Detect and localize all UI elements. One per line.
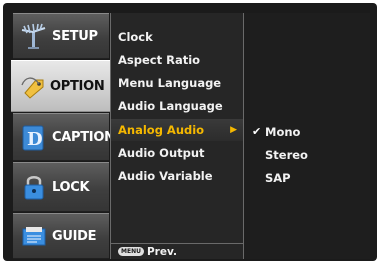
menu-item-analog-audio[interactable]: Analog Audio ▶ [111,119,243,141]
analog-audio-options-panel: ✔ Mono Stereo SAP [244,13,370,259]
checkmark-icon: ✔ [252,125,262,138]
guide-document-icon [22,227,46,246]
caption-icon: D [22,125,44,151]
sidebar-item-caption[interactable]: D CAPTION [13,113,115,161]
sidebar-item-label: GUIDE [52,228,97,244]
menu-item-audio-output[interactable]: Audio Output [111,142,243,164]
sidebar-item-guide[interactable]: GUIDE [13,213,109,259]
sidebar-item-setup[interactable]: SETUP [13,13,109,59]
sidebar-item-lock[interactable]: LOCK [13,162,109,212]
menu-button-icon: MENU [118,247,144,256]
option-sap[interactable]: SAP [244,167,370,189]
svg-text:D: D [27,129,43,150]
menu-item-audio-language[interactable]: Audio Language [111,95,243,117]
category-sidebar: SETUP OPTION D CAPTION LOCK GUIDE [11,13,115,259]
menu-item-label: Analog Audio [118,123,205,137]
option-menu-panel: Clock Aspect Ratio Menu Language Audio L… [110,13,244,259]
arrow-right-icon: ▶ [230,125,237,135]
sidebar-item-label: OPTION [50,78,105,94]
option-label: Mono [265,125,301,139]
padlock-icon [24,176,44,200]
sidebar-item-label: SETUP [52,28,98,44]
menu-footer: MENU Prev. [111,243,243,259]
tag-icon [21,77,44,99]
sidebar-item-option[interactable]: OPTION [11,60,111,112]
menu-item-menu-language[interactable]: Menu Language [111,72,243,94]
menu-item-clock[interactable]: Clock [111,26,243,48]
sidebar-item-label: LOCK [52,179,90,195]
option-label: SAP [265,171,291,185]
option-label: Stereo [265,148,308,162]
menu-item-aspect-ratio[interactable]: Aspect Ratio [111,49,243,71]
option-mono[interactable]: ✔ Mono [244,121,370,143]
tv-menu-screen: SETUP OPTION D CAPTION LOCK GUIDE Clock … [3,3,377,261]
option-stereo[interactable]: Stereo [244,144,370,166]
satellite-antenna-icon [21,23,46,49]
menu-item-audio-variable[interactable]: Audio Variable [111,165,243,187]
prev-label: Prev. [146,245,177,258]
sidebar-item-label: CAPTION [52,129,115,145]
